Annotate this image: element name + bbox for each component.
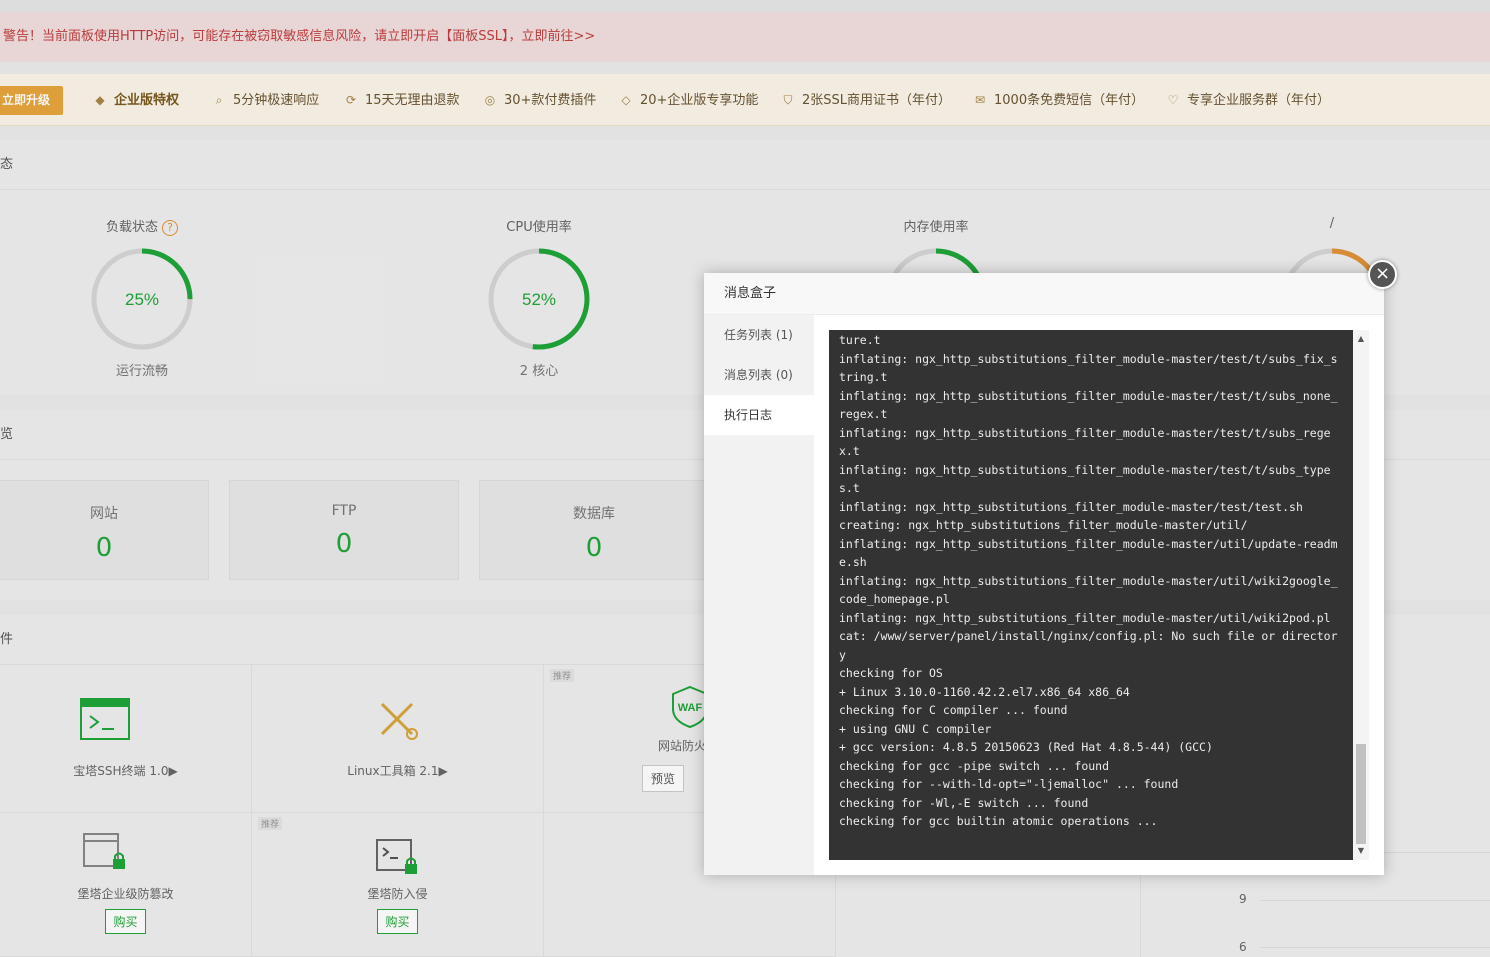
warning-text: 警告！当前面板使用HTTP访问，可能存在被窃取敏感信息风险，请立即开启【面板SS… [3, 29, 522, 44]
card-label: 数据库 [573, 506, 615, 522]
grid-line [1261, 947, 1490, 948]
diamond-crown-icon: ◆ [95, 93, 105, 107]
close-icon[interactable]: × [1368, 260, 1397, 289]
preview-button[interactable]: 预览 [642, 765, 685, 792]
top-strip [0, 0, 1490, 12]
database-count-card[interactable]: 数据库 0 [479, 480, 709, 580]
warning-link[interactable]: 立即前往>> [522, 29, 596, 44]
gauge-title: 内存使用率 [903, 220, 969, 235]
service-heart-icon: ♡ [1167, 93, 1179, 107]
feature-item[interactable]: ◇ 20+企业版专享功能 [618, 74, 758, 126]
gauge-ring: 52% [488, 248, 590, 350]
scroll-down-arrow-icon[interactable]: ▼ [1353, 844, 1369, 858]
feature-label: 15天无理由退款 [365, 93, 460, 108]
software-tile[interactable]: Linux工具箱 2.1▶ [252, 665, 544, 813]
feature-item[interactable]: ⟳ 15天无理由退款 [343, 74, 460, 126]
software-tile[interactable]: 宝塔SSH终端 1.0▶ [0, 665, 252, 813]
log-scrollbar[interactable]: ▲ ▼ [1353, 330, 1369, 860]
message-box-dialog: 消息盒子 × 任务列表 (1) 消息列表 (0) 执行日志 ture.t inf… [704, 260, 1397, 875]
tab-task-list[interactable]: 任务列表 (1) [704, 315, 814, 355]
enterprise-title-label: 企业版特权 [114, 93, 180, 108]
tab-message-list[interactable]: 消息列表 (0) [704, 355, 814, 395]
ssl-warning-banner: 警告！当前面板使用HTTP访问，可能存在被窃取敏感信息风险，请立即开启【面板SS… [0, 12, 1490, 62]
mail-icon: ✉ [974, 93, 986, 107]
buy-button[interactable]: 购买 [377, 909, 418, 934]
tamper-lock-icon [83, 833, 125, 869]
intrusion-terminal-icon [376, 839, 417, 874]
feature-label: 2张SSL商用证书（年付） [802, 93, 952, 108]
site-count-card[interactable]: 网站 0 [0, 480, 209, 580]
software-name: 堡塔企业级防篡改 [77, 887, 174, 901]
gauge-ring: 25% [91, 248, 193, 350]
gauge-sub: 运行流畅 [115, 364, 168, 379]
gauge-sub: 2 核心 [519, 364, 559, 379]
axis-tick: 6 [1239, 940, 1247, 954]
feature-label: 5分钟极速响应 [233, 93, 320, 108]
feature-item[interactable]: ♡ 专享企业服务群（年付） [1165, 74, 1330, 126]
gauge-title: / [1329, 216, 1335, 231]
feature-item[interactable]: ⛉ 2张SSL商用证书（年付） [780, 74, 951, 126]
tab-execution-log[interactable]: 执行日志 [704, 395, 814, 435]
feature-label: 1000条免费短信（年付） [994, 93, 1145, 108]
cpu-gauge[interactable]: CPU使用率 52% 2 核心 [469, 216, 609, 379]
gauge-title: 负载状态 [105, 220, 158, 235]
section-title: 态 [0, 140, 1490, 190]
software-name: 堡塔防入侵 [367, 887, 428, 901]
clock-search-icon: ⌕ [215, 93, 223, 107]
feature-item[interactable]: ⌕ 5分钟极速响应 [211, 74, 320, 126]
software-tile[interactable]: 堡塔企业级防篡改 购买 [0, 813, 252, 957]
enterprise-bar: 立即升级 ◆ 企业版特权 ⌕ 5分钟极速响应 ⟳ 15天无理由退款 ◎ 30+款付费插件… [0, 74, 1490, 126]
feature-item[interactable]: ✉ 1000条免费短信（年付） [972, 74, 1144, 126]
dialog-title: 消息盒子 [704, 273, 1384, 315]
upgrade-button[interactable]: 立即升级 [0, 86, 63, 115]
ftp-count-card[interactable]: FTP 0 [229, 480, 459, 580]
feature-label: 专享企业服务群（年付） [1187, 93, 1331, 108]
scroll-thumb[interactable] [1356, 744, 1366, 844]
load-gauge[interactable]: 负载状态? 25% 运行流畅 [72, 216, 212, 379]
software-name: 网站防火 [658, 739, 707, 753]
refund-icon: ⟳ [345, 93, 357, 107]
buy-button[interactable]: 购买 [105, 909, 146, 934]
software-name: Linux工具箱 2.1▶ [347, 764, 448, 778]
dialog-sidebar: 任务列表 (1) 消息列表 (0) 执行日志 [704, 315, 814, 875]
help-icon[interactable]: ? [162, 219, 178, 236]
enterprise-title: ◆ 企业版特权 [92, 74, 179, 126]
card-label: 网站 [90, 506, 118, 522]
gauge-title: CPU使用率 [506, 220, 572, 235]
waf-text: WAF [678, 702, 703, 714]
card-value[interactable]: 0 [0, 533, 208, 563]
card-label: FTP [331, 503, 357, 519]
axis-tick: 9 [1239, 892, 1247, 906]
card-value[interactable]: 0 [480, 533, 708, 563]
recommend-tag: 推荐 [550, 669, 575, 682]
feature-label: 20+企业版专享功能 [640, 93, 759, 108]
terminal-icon [80, 698, 130, 740]
card-value[interactable]: 0 [230, 529, 458, 559]
ssl-shield-icon: ⛉ [783, 93, 793, 107]
diamond-icon: ◇ [621, 93, 631, 107]
feature-item[interactable]: ◎ 30+款付费插件 [482, 74, 597, 126]
plugin-icon: ◎ [484, 93, 496, 107]
execution-log-output[interactable]: ture.t inflating: ngx_http_substitutions… [829, 330, 1353, 860]
tools-icon [380, 702, 418, 740]
grid-line [1261, 900, 1490, 901]
scroll-up-arrow-icon[interactable]: ▲ [1353, 332, 1369, 346]
gauge-value: 25% [125, 290, 159, 309]
software-tile[interactable]: 推荐 堡塔防入侵 购买 [252, 813, 544, 957]
recommend-tag: 推荐 [258, 817, 283, 830]
feature-label: 30+款付费插件 [504, 93, 597, 108]
software-name: 宝塔SSH终端 1.0▶ [73, 764, 178, 778]
gauge-value: 52% [522, 290, 556, 309]
